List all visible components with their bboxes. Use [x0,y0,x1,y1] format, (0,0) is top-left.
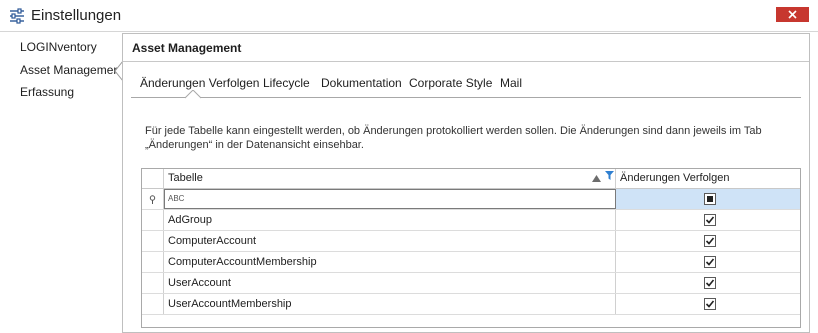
description-text: Für jede Tabelle kann eingestellt werden… [145,124,785,152]
close-button[interactable] [776,7,809,22]
filter-row-indicator [142,189,164,209]
table-name-cell[interactable]: ComputerAccountMembership [164,252,616,272]
table-name-cell[interactable]: UserAccount [164,273,616,293]
table-name-cell[interactable]: AdGroup [164,210,616,230]
close-icon [788,10,797,19]
tracking-checkbox[interactable] [704,277,716,289]
column-header-label: Änderungen Verfolgen [620,172,730,184]
table-name: ComputerAccountMembership [168,256,317,268]
column-header-aenderungen-verfolgen[interactable]: Änderungen Verfolgen [616,169,800,189]
column-header-tabelle[interactable]: Tabelle [164,169,616,189]
tab-aenderungen-verfolgen[interactable]: Änderungen Verfolgen [140,76,259,90]
filter-checkbox[interactable] [704,193,716,205]
filter-row-icon [149,195,156,204]
settings-sliders-icon [10,8,24,24]
tab-mail[interactable]: Mail [500,76,522,90]
nav-item-loginventory[interactable]: LOGINventory [20,40,97,54]
tracking-checkbox[interactable] [704,256,716,268]
tab-lifecycle[interactable]: Lifecycle [263,76,310,90]
table-name-cell[interactable]: ComputerAccount [164,231,616,251]
tracking-cell [616,252,800,272]
title-bar: Einstellungen [0,0,818,32]
settings-nav: LOGINventory Asset Management Erfassung [0,33,123,322]
checkmark-icon [705,216,715,224]
table-name: UserAccount [168,277,231,289]
table-row[interactable]: UserAccountMembership [142,294,800,315]
checkmark-icon [705,237,715,245]
filter-text-input[interactable]: ABC [164,189,616,209]
description-line-1: Für jede Tabelle kann eingestellt werden… [145,125,762,137]
row-indicator [142,273,164,293]
column-header-label: Tabelle [168,172,203,184]
row-indicator [142,210,164,230]
tracking-checkbox[interactable] [704,235,716,247]
panel-title: Asset Management [132,41,242,55]
panel-header: Asset Management [123,34,809,62]
grid-filter-row: ABC [142,189,800,210]
grid-indicator-header [142,169,164,189]
table-row[interactable]: ComputerAccountMembership [142,252,800,273]
filter-checkbox-cell [616,189,800,209]
table-row[interactable]: UserAccount [142,273,800,294]
tracking-cell [616,273,800,293]
tables-grid: Tabelle Änderungen Verfolgen ABC AdGroup… [141,168,801,328]
row-indicator [142,231,164,251]
description-line-2: „Änderungen“ in der Datenansicht einsehb… [145,139,364,151]
table-name-cell[interactable]: UserAccountMembership [164,294,616,314]
indeterminate-mark [707,196,713,202]
active-tab-pointer [185,90,201,99]
tracking-cell [616,231,800,251]
tracking-cell [616,210,800,230]
tracking-checkbox[interactable] [704,298,716,310]
checkmark-icon [705,279,715,287]
filter-abc-placeholder: ABC [168,194,185,203]
nav-item-erfassung[interactable]: Erfassung [20,85,74,99]
sort-ascending-icon[interactable] [592,175,601,182]
table-name: ComputerAccount [168,235,257,247]
checkmark-icon [705,258,715,266]
row-indicator [142,294,164,314]
tab-corporate-style[interactable]: Corporate Style [409,76,492,90]
row-indicator [142,252,164,272]
tracking-checkbox[interactable] [704,214,716,226]
table-name: AdGroup [168,214,213,226]
checkmark-icon [705,300,715,308]
settings-panel: Asset Management Änderungen Verfolgen Li… [122,33,810,333]
tab-bar: Änderungen Verfolgen Lifecycle Dokumenta… [131,74,801,98]
filter-icon[interactable] [605,171,614,180]
table-row[interactable]: ComputerAccount [142,231,800,252]
nav-item-asset-management[interactable]: Asset Management [20,63,123,77]
window-title: Einstellungen [31,7,122,24]
table-name: UserAccountMembership [168,298,292,310]
tracking-cell [616,294,800,314]
table-row[interactable]: AdGroup [142,210,800,231]
tab-dokumentation[interactable]: Dokumentation [321,76,402,90]
